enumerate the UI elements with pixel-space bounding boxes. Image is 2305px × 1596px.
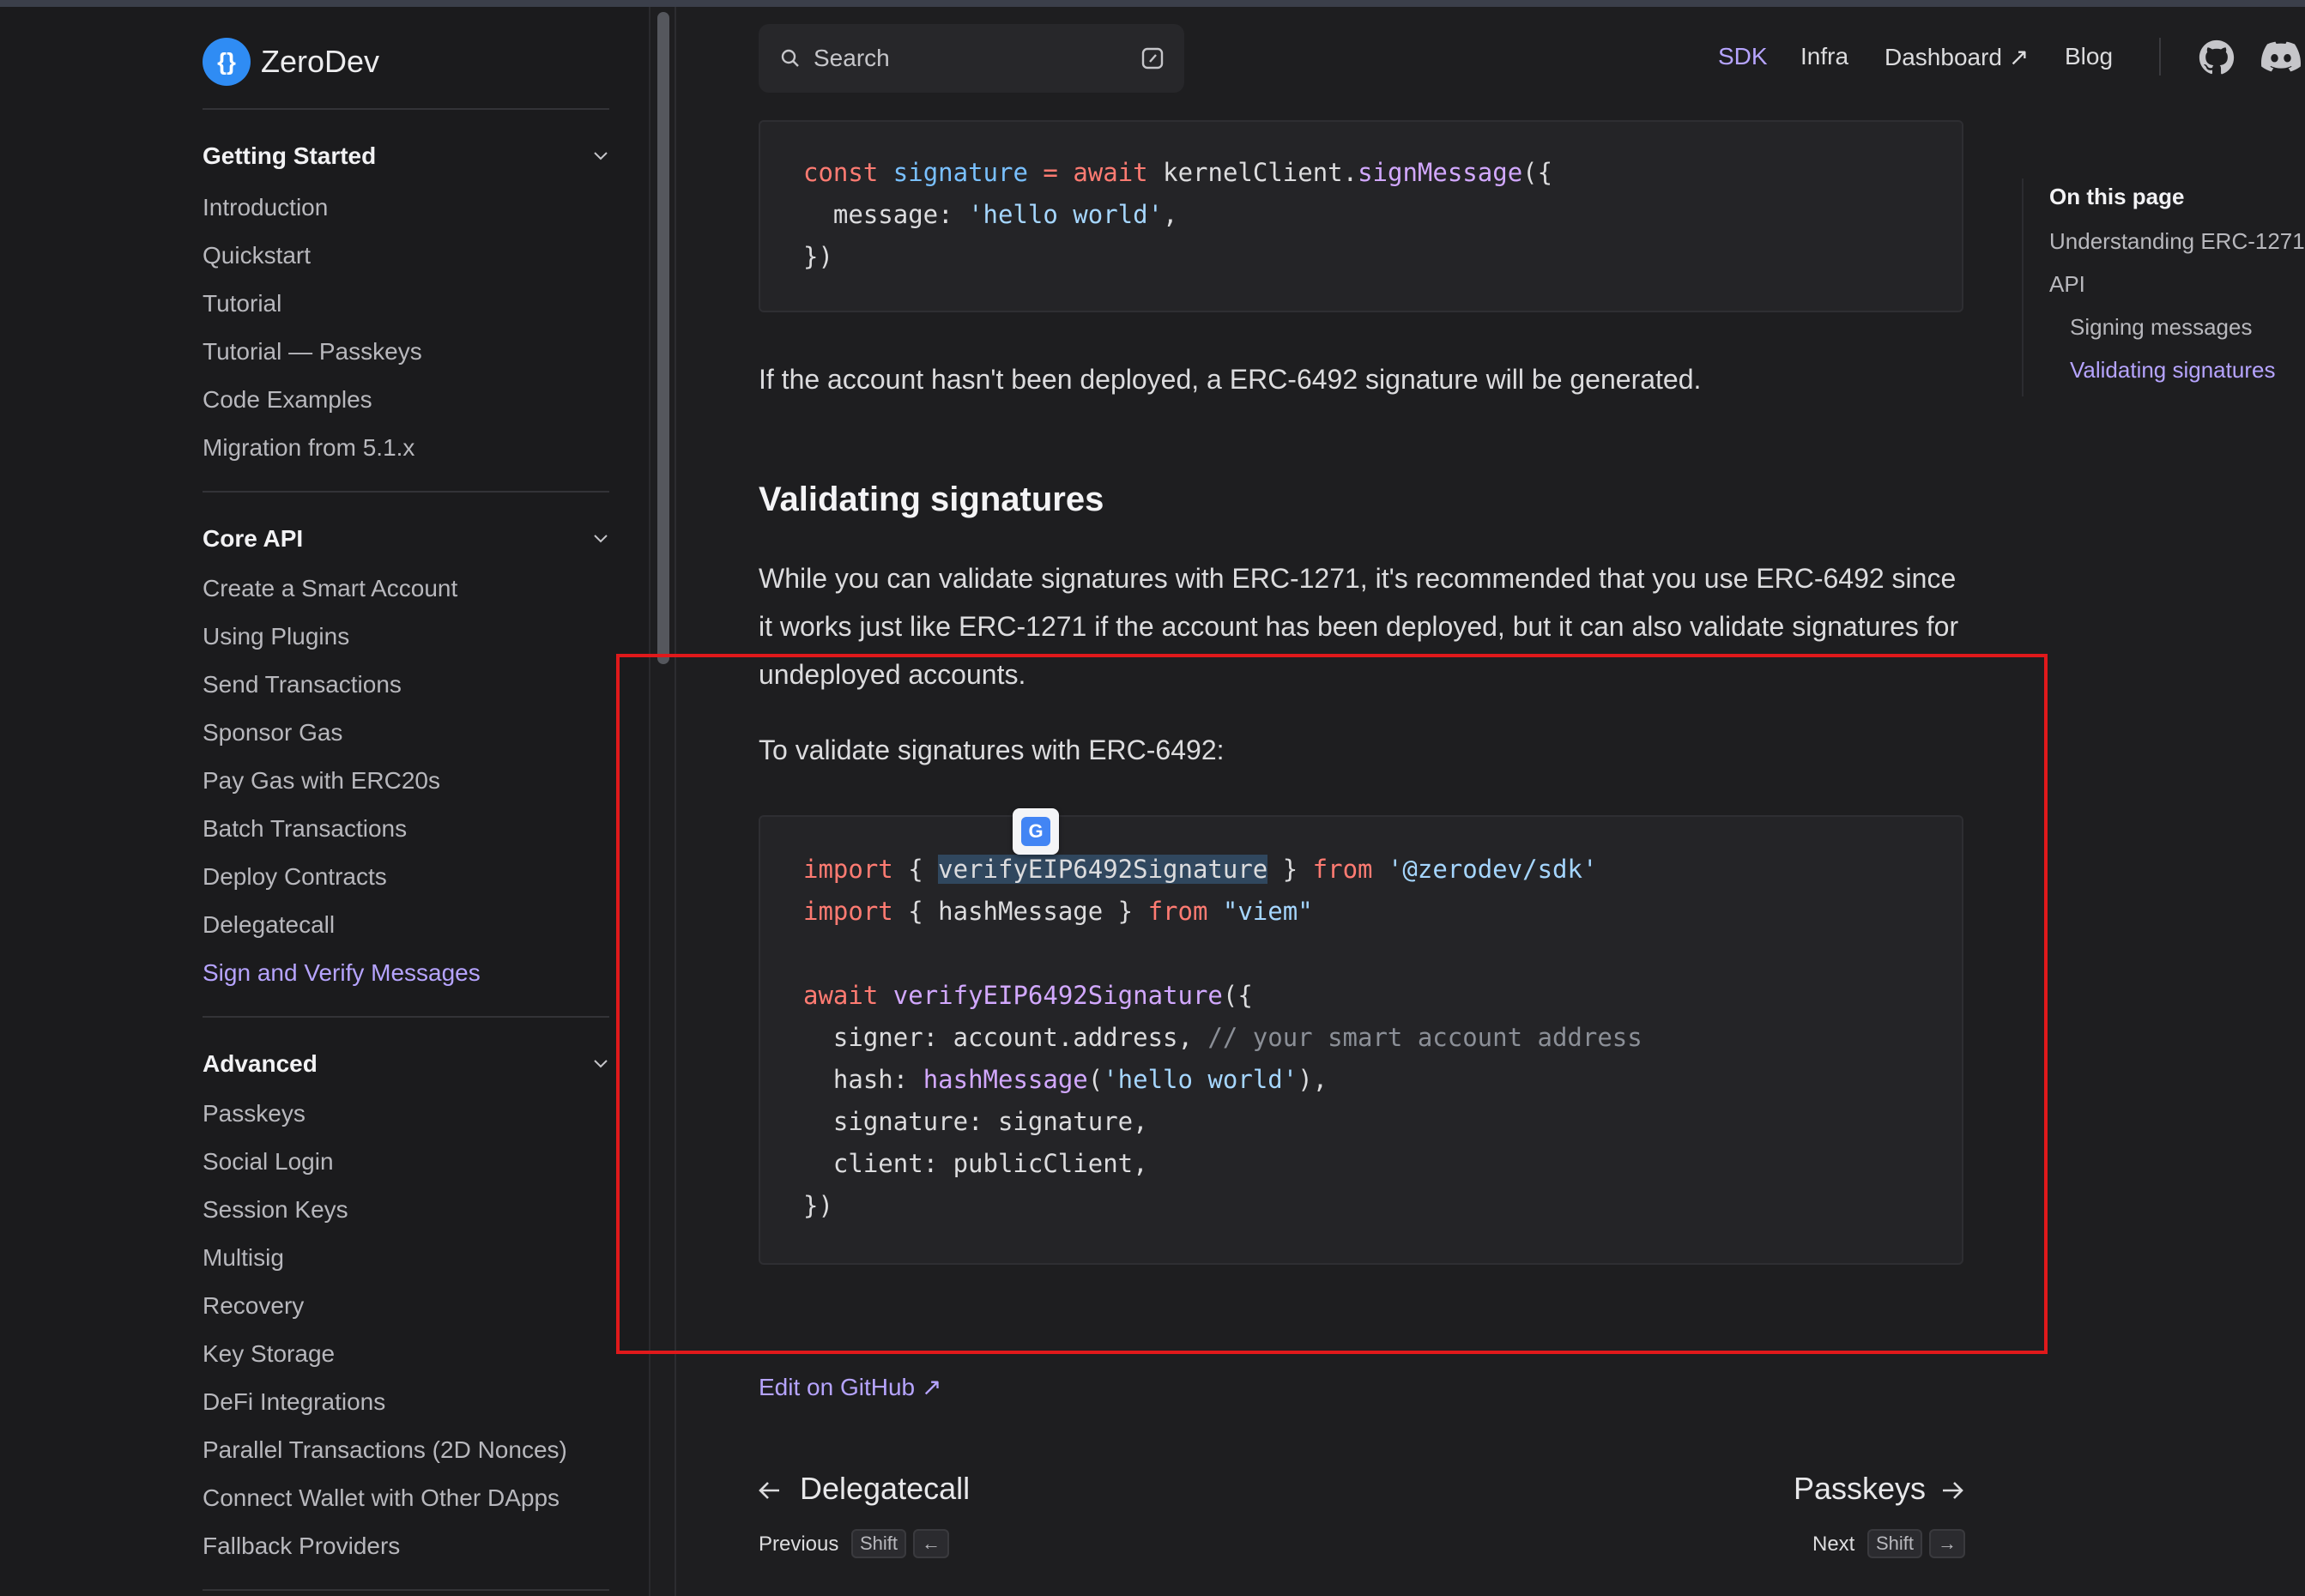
sidebar-item-session-keys[interactable]: Session Keys <box>203 1196 348 1224</box>
sidebar-item-connect-wallet[interactable]: Connect Wallet with Other DApps <box>203 1484 560 1512</box>
toc-item-signing-messages[interactable]: Signing messages <box>2070 314 2252 341</box>
chevron-down-icon[interactable] <box>592 148 609 165</box>
arrow-left-icon[interactable] <box>757 1478 783 1503</box>
sidebar-item-passkeys[interactable]: Passkeys <box>203 1100 306 1127</box>
sidebar-item-fallback-providers[interactable]: Fallback Providers <box>203 1533 400 1560</box>
nav-sdk[interactable]: SDK <box>1718 43 1768 70</box>
search-bar[interactable]: Search <box>759 24 1184 93</box>
chevron-down-icon[interactable] <box>592 1055 609 1073</box>
code-line: message: 'hello world', <box>803 200 1178 229</box>
sidebar-item-pay-gas-erc20[interactable]: Pay Gas with ERC20s <box>203 767 440 795</box>
sidebar-item-send-transactions[interactable]: Send Transactions <box>203 671 402 698</box>
next-label: Next <box>1812 1533 1855 1556</box>
section-getting-started[interactable]: Getting Started <box>203 142 376 170</box>
sidebar-divider <box>203 1589 609 1591</box>
shift-key-badge: Shift <box>1867 1529 1923 1558</box>
search-icon <box>781 49 799 67</box>
sidebar-item-batch-transactions[interactable]: Batch Transactions <box>203 815 407 843</box>
sidebar-item-defi-integrations[interactable]: DeFi Integrations <box>203 1388 385 1416</box>
sidebar-item-migration[interactable]: Migration from 5.1.x <box>203 434 414 462</box>
brand-logo[interactable]: {} ZeroDev <box>203 38 379 86</box>
code-line: }) <box>803 242 833 271</box>
sidebar-item-sponsor-gas[interactable]: Sponsor Gas <box>203 719 342 747</box>
code-token: 'hello world' <box>968 200 1164 229</box>
sidebar-item-tutorial-passkeys[interactable]: Tutorial — Passkeys <box>203 338 422 366</box>
next-page-link[interactable]: Passkeys <box>1794 1471 1926 1507</box>
sidebar-item-using-plugins[interactable]: Using Plugins <box>203 623 349 650</box>
sidebar-item-delegatecall[interactable]: Delegatecall <box>203 911 335 939</box>
code-token: ({ <box>1522 158 1553 187</box>
arrow-right-icon[interactable] <box>1939 1478 1965 1503</box>
sidebar-item-quickstart[interactable]: Quickstart <box>203 242 311 269</box>
toc-item-api[interactable]: API <box>2049 271 2085 298</box>
sidebar-item-key-storage[interactable]: Key Storage <box>203 1340 335 1368</box>
discord-icon[interactable] <box>2260 41 2302 74</box>
code-token: const <box>803 158 879 187</box>
sidebar-item-recovery[interactable]: Recovery <box>203 1292 304 1320</box>
toc-title: On this page <box>2049 184 2185 209</box>
section-heading-validating: Validating signatures <box>759 481 1104 518</box>
search-placeholder: Search <box>814 45 890 71</box>
edit-on-github-link[interactable]: Edit on GitHub ↗ <box>759 1373 941 1401</box>
code-token: signMessage <box>1358 158 1523 187</box>
code-token: , <box>1163 200 1178 229</box>
prev-page-link[interactable]: Delegatecall <box>800 1471 970 1507</box>
sidebar-item-create-smart-account[interactable]: Create a Smart Account <box>203 575 457 602</box>
nav-blog[interactable]: Blog <box>2065 43 2113 70</box>
code-block-sign-message: const signature = await kernelClient.sig… <box>759 120 1963 312</box>
code-token: = <box>1043 158 1058 187</box>
toc-item-validating-signatures[interactable]: Validating signatures <box>2070 357 2275 384</box>
toc-item-understanding-erc1271[interactable]: Understanding ERC-1271 <box>2049 228 2305 255</box>
section-advanced[interactable]: Advanced <box>203 1050 318 1078</box>
sidebar-item-tutorial[interactable]: Tutorial <box>203 290 281 317</box>
brand-name: ZeroDev <box>261 44 380 79</box>
left-arrow-key-badge: ← <box>913 1529 949 1558</box>
sidebar-scrollbar-thumb[interactable] <box>657 12 669 664</box>
sidebar-item-social-login[interactable]: Social Login <box>203 1148 334 1176</box>
sidebar-item-multisig[interactable]: Multisig <box>203 1244 284 1272</box>
prev-label: Previous <box>759 1533 839 1556</box>
chevron-down-icon[interactable] <box>592 530 609 547</box>
sidebar-divider <box>203 491 609 493</box>
right-arrow-key-badge: → <box>1929 1529 1965 1558</box>
sidebar-item-introduction[interactable]: Introduction <box>203 194 328 221</box>
window-top-edge <box>0 0 2305 7</box>
deploy-note-paragraph: If the account hasn't been deployed, a E… <box>759 364 1702 395</box>
highlight-annotation-box <box>616 654 2048 1354</box>
nav-divider <box>2159 38 2161 76</box>
sidebar-item-sign-verify-messages[interactable]: Sign and Verify Messages <box>203 959 481 987</box>
toc-rail <box>2022 178 2024 396</box>
nav-infra[interactable]: Infra <box>1800 43 1848 70</box>
sidebar-item-deploy-contracts[interactable]: Deploy Contracts <box>203 863 387 891</box>
sidebar-item-code-examples[interactable]: Code Examples <box>203 386 372 414</box>
code-token: signature <box>892 158 1028 187</box>
github-icon[interactable] <box>2199 39 2235 76</box>
shift-key-badge: Shift <box>851 1529 907 1558</box>
section-core-api[interactable]: Core API <box>203 525 303 553</box>
zerodev-logo-icon: {} <box>203 38 251 86</box>
nav-dashboard[interactable]: Dashboard ↗ <box>1885 43 2029 71</box>
code-token: kernelClient. <box>1163 158 1358 187</box>
code-token: await <box>1073 158 1148 187</box>
keyboard-shortcut-icon <box>1141 47 1164 70</box>
code-token: message: <box>803 200 969 229</box>
sidebar-item-parallel-transactions[interactable]: Parallel Transactions (2D Nonces) <box>203 1436 567 1464</box>
sidebar-divider <box>203 1016 609 1018</box>
code-line: const signature = await kernelClient.sig… <box>803 158 1552 187</box>
sidebar-divider <box>203 108 609 110</box>
